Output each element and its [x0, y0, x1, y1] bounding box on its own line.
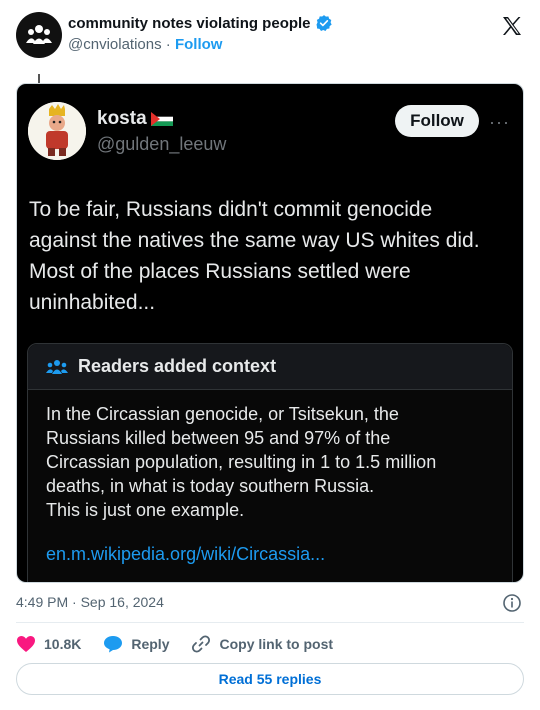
reply-label: Reply — [131, 636, 170, 652]
like-count: 10.8K — [44, 636, 82, 652]
read-replies-button[interactable]: Read 55 replies — [16, 663, 524, 695]
quoted-author-avatar[interactable] — [28, 102, 86, 160]
author-handle[interactable]: @cnviolations — [68, 36, 162, 53]
divider — [16, 622, 524, 623]
tweet-header: community notes violating people @cnviol… — [0, 0, 540, 70]
copy-link-button[interactable]: Copy link to post — [191, 634, 333, 654]
quoted-post-text: To be fair, Russians didn't commit genoc… — [29, 198, 480, 314]
community-note-source-link: en.m.wikipedia.org/wiki/Circassia... — [46, 544, 326, 564]
people-group-icon — [26, 25, 52, 44]
reply-bubble-icon — [104, 636, 123, 653]
author-name-line[interactable]: community notes violating people — [68, 14, 333, 32]
link-icon — [192, 635, 211, 653]
author-avatar[interactable] — [16, 12, 62, 58]
quoted-follow-button: Follow — [395, 105, 479, 137]
community-note-title: Readers added context — [78, 356, 277, 376]
readers-group-icon — [46, 359, 68, 374]
heart-icon — [17, 636, 35, 652]
author-name[interactable]: community notes violating people — [68, 15, 311, 32]
more-options-icon: ··· — [489, 112, 510, 132]
note-line: In the Circassian genocide, or Tsitsekun… — [46, 404, 399, 424]
x-logo-icon[interactable] — [500, 14, 524, 38]
post-timestamp[interactable]: 4:49 PM · Sep 16, 2024 — [16, 594, 164, 610]
community-note-body: In the Circassian genocide, or Tsitsekun… — [46, 402, 496, 522]
quoted-author-handle: @gulden_leeuw — [97, 134, 227, 154]
info-icon[interactable] — [502, 593, 522, 613]
community-note: Readers added context In the Circassian … — [27, 343, 513, 582]
quoted-author-name: kosta — [97, 108, 147, 129]
avatar-character-icon — [28, 102, 86, 160]
post-actions: 10.8K Reply Copy link to post — [16, 632, 355, 656]
author-handle-line: @cnviolations · Follow — [68, 36, 222, 53]
community-note-header: Readers added context — [28, 344, 512, 390]
reply-button[interactable]: Reply — [103, 635, 169, 653]
palestine-flag-icon — [150, 112, 173, 126]
follow-link[interactable]: Follow — [175, 36, 223, 53]
note-line: Russians killed between 95 and 97% of th… — [46, 428, 391, 448]
note-line: This is just one example. — [46, 500, 245, 520]
note-line: Circassian population, resulting in 1 to… — [46, 452, 437, 472]
note-line: deaths, in what is today southern Russia… — [46, 476, 375, 496]
quoted-author-name-line: kosta — [97, 108, 173, 130]
quoted-post-image[interactable]: kosta @gulden_leeuw Follow ··· To be fai… — [16, 83, 524, 583]
like-button[interactable]: 10.8K — [16, 635, 81, 653]
handle-separator: · — [165, 36, 171, 53]
verified-badge-icon — [316, 15, 332, 31]
copy-link-label: Copy link to post — [219, 636, 334, 652]
